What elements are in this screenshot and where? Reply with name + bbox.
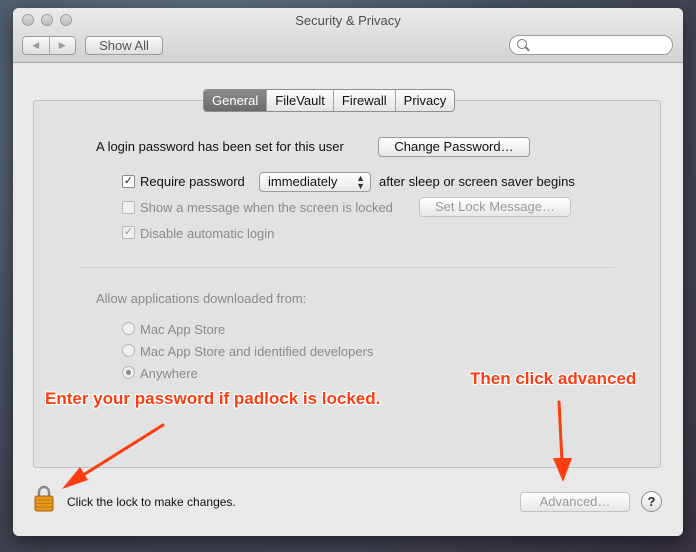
search-field[interactable] bbox=[509, 35, 673, 55]
padlock-icon[interactable] bbox=[34, 484, 54, 512]
general-panel bbox=[33, 100, 661, 468]
allow-apps-label: Allow applications downloaded from: bbox=[96, 291, 307, 306]
back-forward-control: ◀ ▶ bbox=[22, 36, 76, 55]
radio-mac-app-store-label: Mac App Store bbox=[140, 322, 226, 337]
radio-anywhere[interactable] bbox=[122, 366, 135, 379]
show-all-button[interactable]: Show All bbox=[85, 36, 163, 55]
search-icon bbox=[517, 39, 527, 49]
back-arrow-icon[interactable]: ◀ bbox=[23, 37, 49, 54]
disable-auto-login-label: Disable automatic login bbox=[140, 226, 275, 241]
require-password-delay-select[interactable]: immediately ▲ ▼ bbox=[259, 172, 371, 192]
advanced-annotation: Then click advanced bbox=[470, 369, 637, 388]
preferences-window: Security & Privacy ◀ ▶ Show All General … bbox=[13, 8, 683, 536]
require-password-suffix: after sleep or screen saver begins bbox=[379, 174, 575, 189]
require-password-delay-value: immediately bbox=[268, 174, 338, 189]
help-button[interactable]: ? bbox=[641, 491, 662, 512]
radio-identified-developers-label: Mac App Store and identified developers bbox=[140, 344, 374, 359]
advanced-button[interactable]: Advanced… bbox=[520, 492, 630, 512]
login-password-text: A login password has been set for this u… bbox=[96, 139, 344, 154]
show-message-checkbox[interactable] bbox=[122, 201, 135, 214]
radio-identified-developers[interactable] bbox=[122, 344, 135, 357]
require-password-checkbox[interactable]: ✓ bbox=[122, 175, 135, 188]
disable-auto-login-checkbox[interactable]: ✓ bbox=[122, 226, 135, 239]
radio-mac-app-store[interactable] bbox=[122, 322, 135, 335]
updown-chevron-icon: ▲ ▼ bbox=[356, 173, 365, 191]
tab-filevault[interactable]: FileVault bbox=[266, 90, 333, 111]
lock-hint-text: Click the lock to make changes. bbox=[67, 495, 236, 509]
title-bar: Security & Privacy ◀ ▶ Show All bbox=[13, 8, 683, 63]
window-title: Security & Privacy bbox=[295, 13, 401, 28]
tab-general[interactable]: General bbox=[204, 90, 267, 111]
tab-firewall[interactable]: Firewall bbox=[332, 90, 395, 111]
show-message-label: Show a message when the screen is locked bbox=[140, 200, 393, 215]
change-password-button[interactable]: Change Password… bbox=[378, 137, 530, 157]
set-lock-message-button[interactable]: Set Lock Message… bbox=[419, 197, 571, 217]
tab-bar: General FileVault Firewall Privacy bbox=[203, 89, 456, 112]
forward-arrow-icon[interactable]: ▶ bbox=[48, 37, 76, 54]
padlock-annotation: Enter your password if padlock is locked… bbox=[45, 389, 381, 408]
radio-anywhere-label: Anywhere bbox=[140, 366, 198, 381]
tab-privacy[interactable]: Privacy bbox=[394, 90, 455, 111]
require-password-label: Require password bbox=[140, 174, 245, 189]
section-divider bbox=[79, 267, 615, 268]
